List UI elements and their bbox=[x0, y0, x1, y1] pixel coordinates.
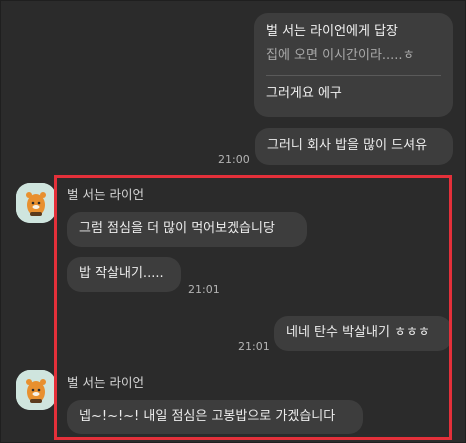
chat-view: 벌 서는 라이언에게 답장 집에 오면 이시간이라.....ㅎ 그러게요 에구 … bbox=[0, 0, 466, 443]
window-frame bbox=[0, 0, 466, 443]
